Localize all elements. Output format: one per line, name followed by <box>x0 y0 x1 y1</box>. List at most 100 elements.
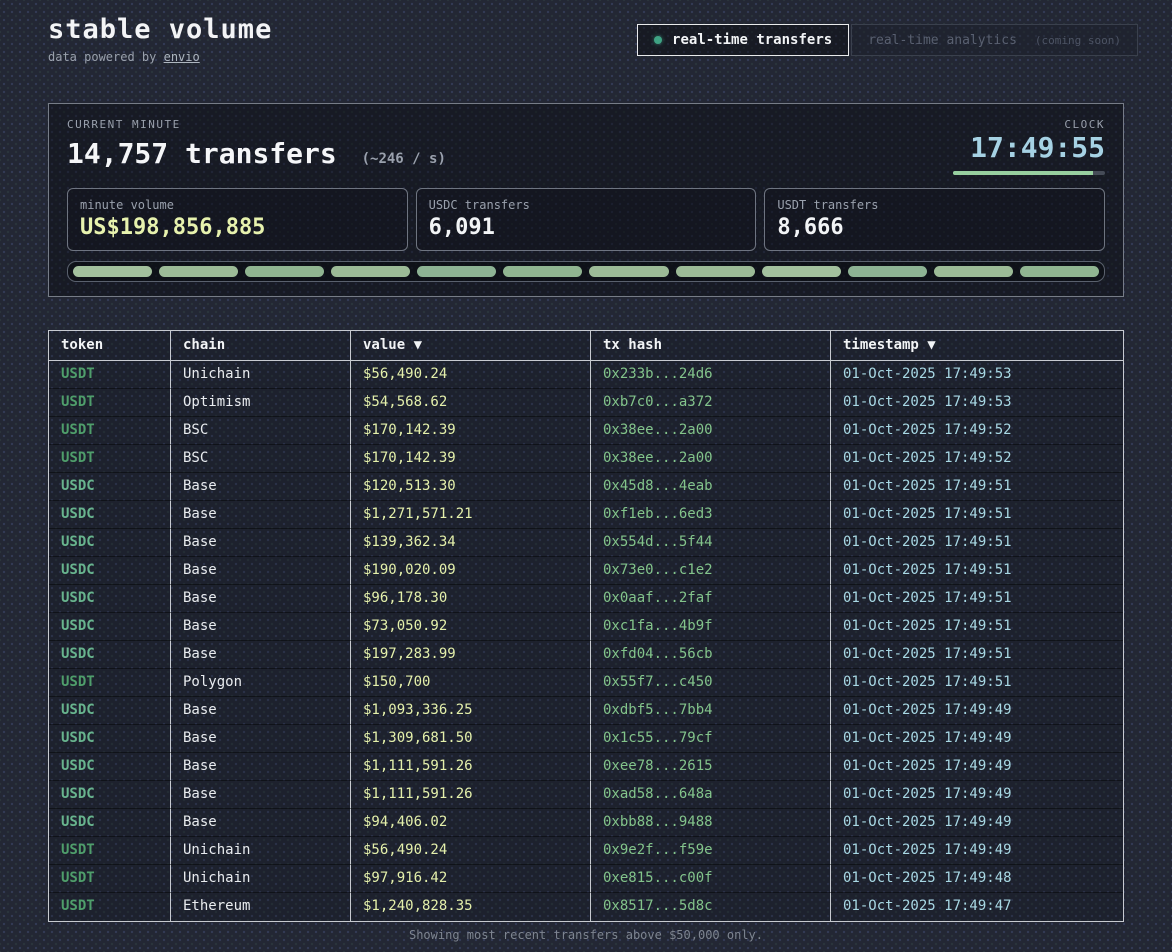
cell-timestamp: 01-Oct-2025 17:49:49 <box>831 725 1123 753</box>
table-row[interactable]: USDCBase$1,093,336.250xdbf5...7bb401-Oct… <box>49 697 1123 725</box>
cell-tx-hash[interactable]: 0xb7c0...a372 <box>591 389 831 417</box>
cell-timestamp: 01-Oct-2025 17:49:49 <box>831 837 1123 865</box>
table-row[interactable]: USDCBase$139,362.340x554d...5f4401-Oct-2… <box>49 529 1123 557</box>
cell-value: $1,093,336.25 <box>351 697 591 725</box>
transfers-table-body: USDTUnichain$56,490.240x233b...24d601-Oc… <box>49 361 1123 921</box>
stats-row: minute volume US$198,856,885 USDC transf… <box>67 188 1105 251</box>
cell-tx-hash[interactable]: 0x554d...5f44 <box>591 529 831 557</box>
cell-value: $56,490.24 <box>351 361 591 389</box>
cell-timestamp: 01-Oct-2025 17:49:51 <box>831 613 1123 641</box>
table-header: token chain value ▼ tx hash timestamp ▼ <box>49 331 1123 361</box>
table-row[interactable]: USDCBase$197,283.990xfd04...56cb01-Oct-2… <box>49 641 1123 669</box>
column-header-value[interactable]: value ▼ <box>351 331 591 360</box>
stat-usdt-transfers: USDT transfers 8,666 <box>764 188 1105 251</box>
cell-tx-hash[interactable]: 0x9e2f...f59e <box>591 837 831 865</box>
panel-top-row: CURRENT MINUTE 14,757 transfers (~246 / … <box>67 118 1105 182</box>
cell-tx-hash[interactable]: 0xe815...c00f <box>591 865 831 893</box>
minute-count-block: CURRENT MINUTE 14,757 transfers (~246 / … <box>67 118 446 170</box>
tab-real-time-analytics[interactable]: real-time analytics (coming soon) <box>851 24 1138 56</box>
cell-value: $97,916.42 <box>351 865 591 893</box>
minute-progress-segment <box>589 266 668 277</box>
table-row[interactable]: USDCBase$120,513.300x45d8...4eab01-Oct-2… <box>49 473 1123 501</box>
table-row[interactable]: USDCBase$96,178.300x0aaf...2faf01-Oct-20… <box>49 585 1123 613</box>
cell-token: USDT <box>49 361 171 389</box>
column-header-tx-hash[interactable]: tx hash <box>591 331 831 360</box>
table-row[interactable]: USDCBase$1,111,591.260xad58...648a01-Oct… <box>49 781 1123 809</box>
cell-token: USDT <box>49 445 171 473</box>
cell-tx-hash[interactable]: 0x73e0...c1e2 <box>591 557 831 585</box>
table-row[interactable]: USDCBase$1,309,681.500x1c55...79cf01-Oct… <box>49 725 1123 753</box>
tab-real-time-transfers[interactable]: real-time transfers <box>637 24 849 56</box>
table-row[interactable]: USDTUnichain$97,916.420xe815...c00f01-Oc… <box>49 865 1123 893</box>
cell-timestamp: 01-Oct-2025 17:49:51 <box>831 557 1123 585</box>
cell-tx-hash[interactable]: 0xbb88...9488 <box>591 809 831 837</box>
cell-value: $170,142.39 <box>351 445 591 473</box>
cell-chain: Base <box>171 473 351 501</box>
cell-tx-hash[interactable]: 0xdbf5...7bb4 <box>591 697 831 725</box>
table-row[interactable]: USDTOptimism$54,568.620xb7c0...a37201-Oc… <box>49 389 1123 417</box>
stat-label: minute volume <box>80 198 395 212</box>
cell-timestamp: 01-Oct-2025 17:49:52 <box>831 417 1123 445</box>
cell-chain: Base <box>171 781 351 809</box>
subtitle-prefix: data powered by <box>48 50 164 64</box>
minute-progress-segment <box>245 266 324 277</box>
cell-tx-hash[interactable]: 0xfd04...56cb <box>591 641 831 669</box>
cell-timestamp: 01-Oct-2025 17:49:49 <box>831 781 1123 809</box>
cell-tx-hash[interactable]: 0x55f7...c450 <box>591 669 831 697</box>
clock-label: CLOCK <box>1064 118 1105 131</box>
column-header-token[interactable]: token <box>49 331 171 360</box>
table-row[interactable]: USDCBase$1,271,571.210xf1eb...6ed301-Oct… <box>49 501 1123 529</box>
cell-tx-hash[interactable]: 0x233b...24d6 <box>591 361 831 389</box>
cell-value: $1,111,591.26 <box>351 753 591 781</box>
cell-tx-hash[interactable]: 0x0aaf...2faf <box>591 585 831 613</box>
cell-timestamp: 01-Oct-2025 17:49:47 <box>831 893 1123 921</box>
table-row[interactable]: USDCBase$190,020.090x73e0...c1e201-Oct-2… <box>49 557 1123 585</box>
clock-time: 17:49:55 <box>970 133 1105 164</box>
cell-tx-hash[interactable]: 0x38ee...2a00 <box>591 417 831 445</box>
cell-value: $150,700 <box>351 669 591 697</box>
cell-token: USDT <box>49 865 171 893</box>
cell-tx-hash[interactable]: 0x8517...5d8c <box>591 893 831 921</box>
cell-tx-hash[interactable]: 0x38ee...2a00 <box>591 445 831 473</box>
stat-minute-volume: minute volume US$198,856,885 <box>67 188 408 251</box>
cell-tx-hash[interactable]: 0x1c55...79cf <box>591 725 831 753</box>
table-row[interactable]: USDTPolygon$150,7000x55f7...c45001-Oct-2… <box>49 669 1123 697</box>
minute-progress-segment <box>762 266 841 277</box>
table-row[interactable]: USDTEthereum$1,240,828.350x8517...5d8c01… <box>49 893 1123 921</box>
minute-progress-bar <box>67 261 1105 282</box>
cell-tx-hash[interactable]: 0xee78...2615 <box>591 753 831 781</box>
table-row[interactable]: USDTUnichain$56,490.240x9e2f...f59e01-Oc… <box>49 837 1123 865</box>
stable-volume-app: stable volume data powered by envio real… <box>0 0 1172 952</box>
envio-link[interactable]: envio <box>164 50 200 64</box>
stat-value: US$198,856,885 <box>80 215 395 240</box>
table-row[interactable]: USDTBSC$170,142.390x38ee...2a0001-Oct-20… <box>49 445 1123 473</box>
cell-timestamp: 01-Oct-2025 17:49:51 <box>831 501 1123 529</box>
tab-label: real-time analytics <box>868 33 1017 48</box>
cell-chain: Base <box>171 613 351 641</box>
minute-progress-segment <box>676 266 755 277</box>
footer-note: Showing most recent transfers above $50,… <box>0 928 1172 942</box>
cell-value: $190,020.09 <box>351 557 591 585</box>
transfer-rate: (~246 / s) <box>362 151 446 167</box>
table-row[interactable]: USDTUnichain$56,490.240x233b...24d601-Oc… <box>49 361 1123 389</box>
cell-tx-hash[interactable]: 0xf1eb...6ed3 <box>591 501 831 529</box>
cell-value: $1,111,591.26 <box>351 781 591 809</box>
table-row[interactable]: USDTBSC$170,142.390x38ee...2a0001-Oct-20… <box>49 417 1123 445</box>
table-row[interactable]: USDCBase$94,406.020xbb88...948801-Oct-20… <box>49 809 1123 837</box>
table-row[interactable]: USDCBase$73,050.920xc1fa...4b9f01-Oct-20… <box>49 613 1123 641</box>
cell-chain: Unichain <box>171 865 351 893</box>
cell-token: USDC <box>49 753 171 781</box>
cell-timestamp: 01-Oct-2025 17:49:49 <box>831 809 1123 837</box>
minute-progress-segment <box>503 266 582 277</box>
cell-token: USDC <box>49 725 171 753</box>
cell-tx-hash[interactable]: 0x45d8...4eab <box>591 473 831 501</box>
table-row[interactable]: USDCBase$1,111,591.260xee78...261501-Oct… <box>49 753 1123 781</box>
column-header-chain[interactable]: chain <box>171 331 351 360</box>
column-header-timestamp[interactable]: timestamp ▼ <box>831 331 1123 360</box>
cell-tx-hash[interactable]: 0xad58...648a <box>591 781 831 809</box>
cell-token: USDT <box>49 837 171 865</box>
cell-tx-hash[interactable]: 0xc1fa...4b9f <box>591 613 831 641</box>
cell-chain: Base <box>171 725 351 753</box>
cell-timestamp: 01-Oct-2025 17:49:48 <box>831 865 1123 893</box>
cell-chain: Unichain <box>171 361 351 389</box>
